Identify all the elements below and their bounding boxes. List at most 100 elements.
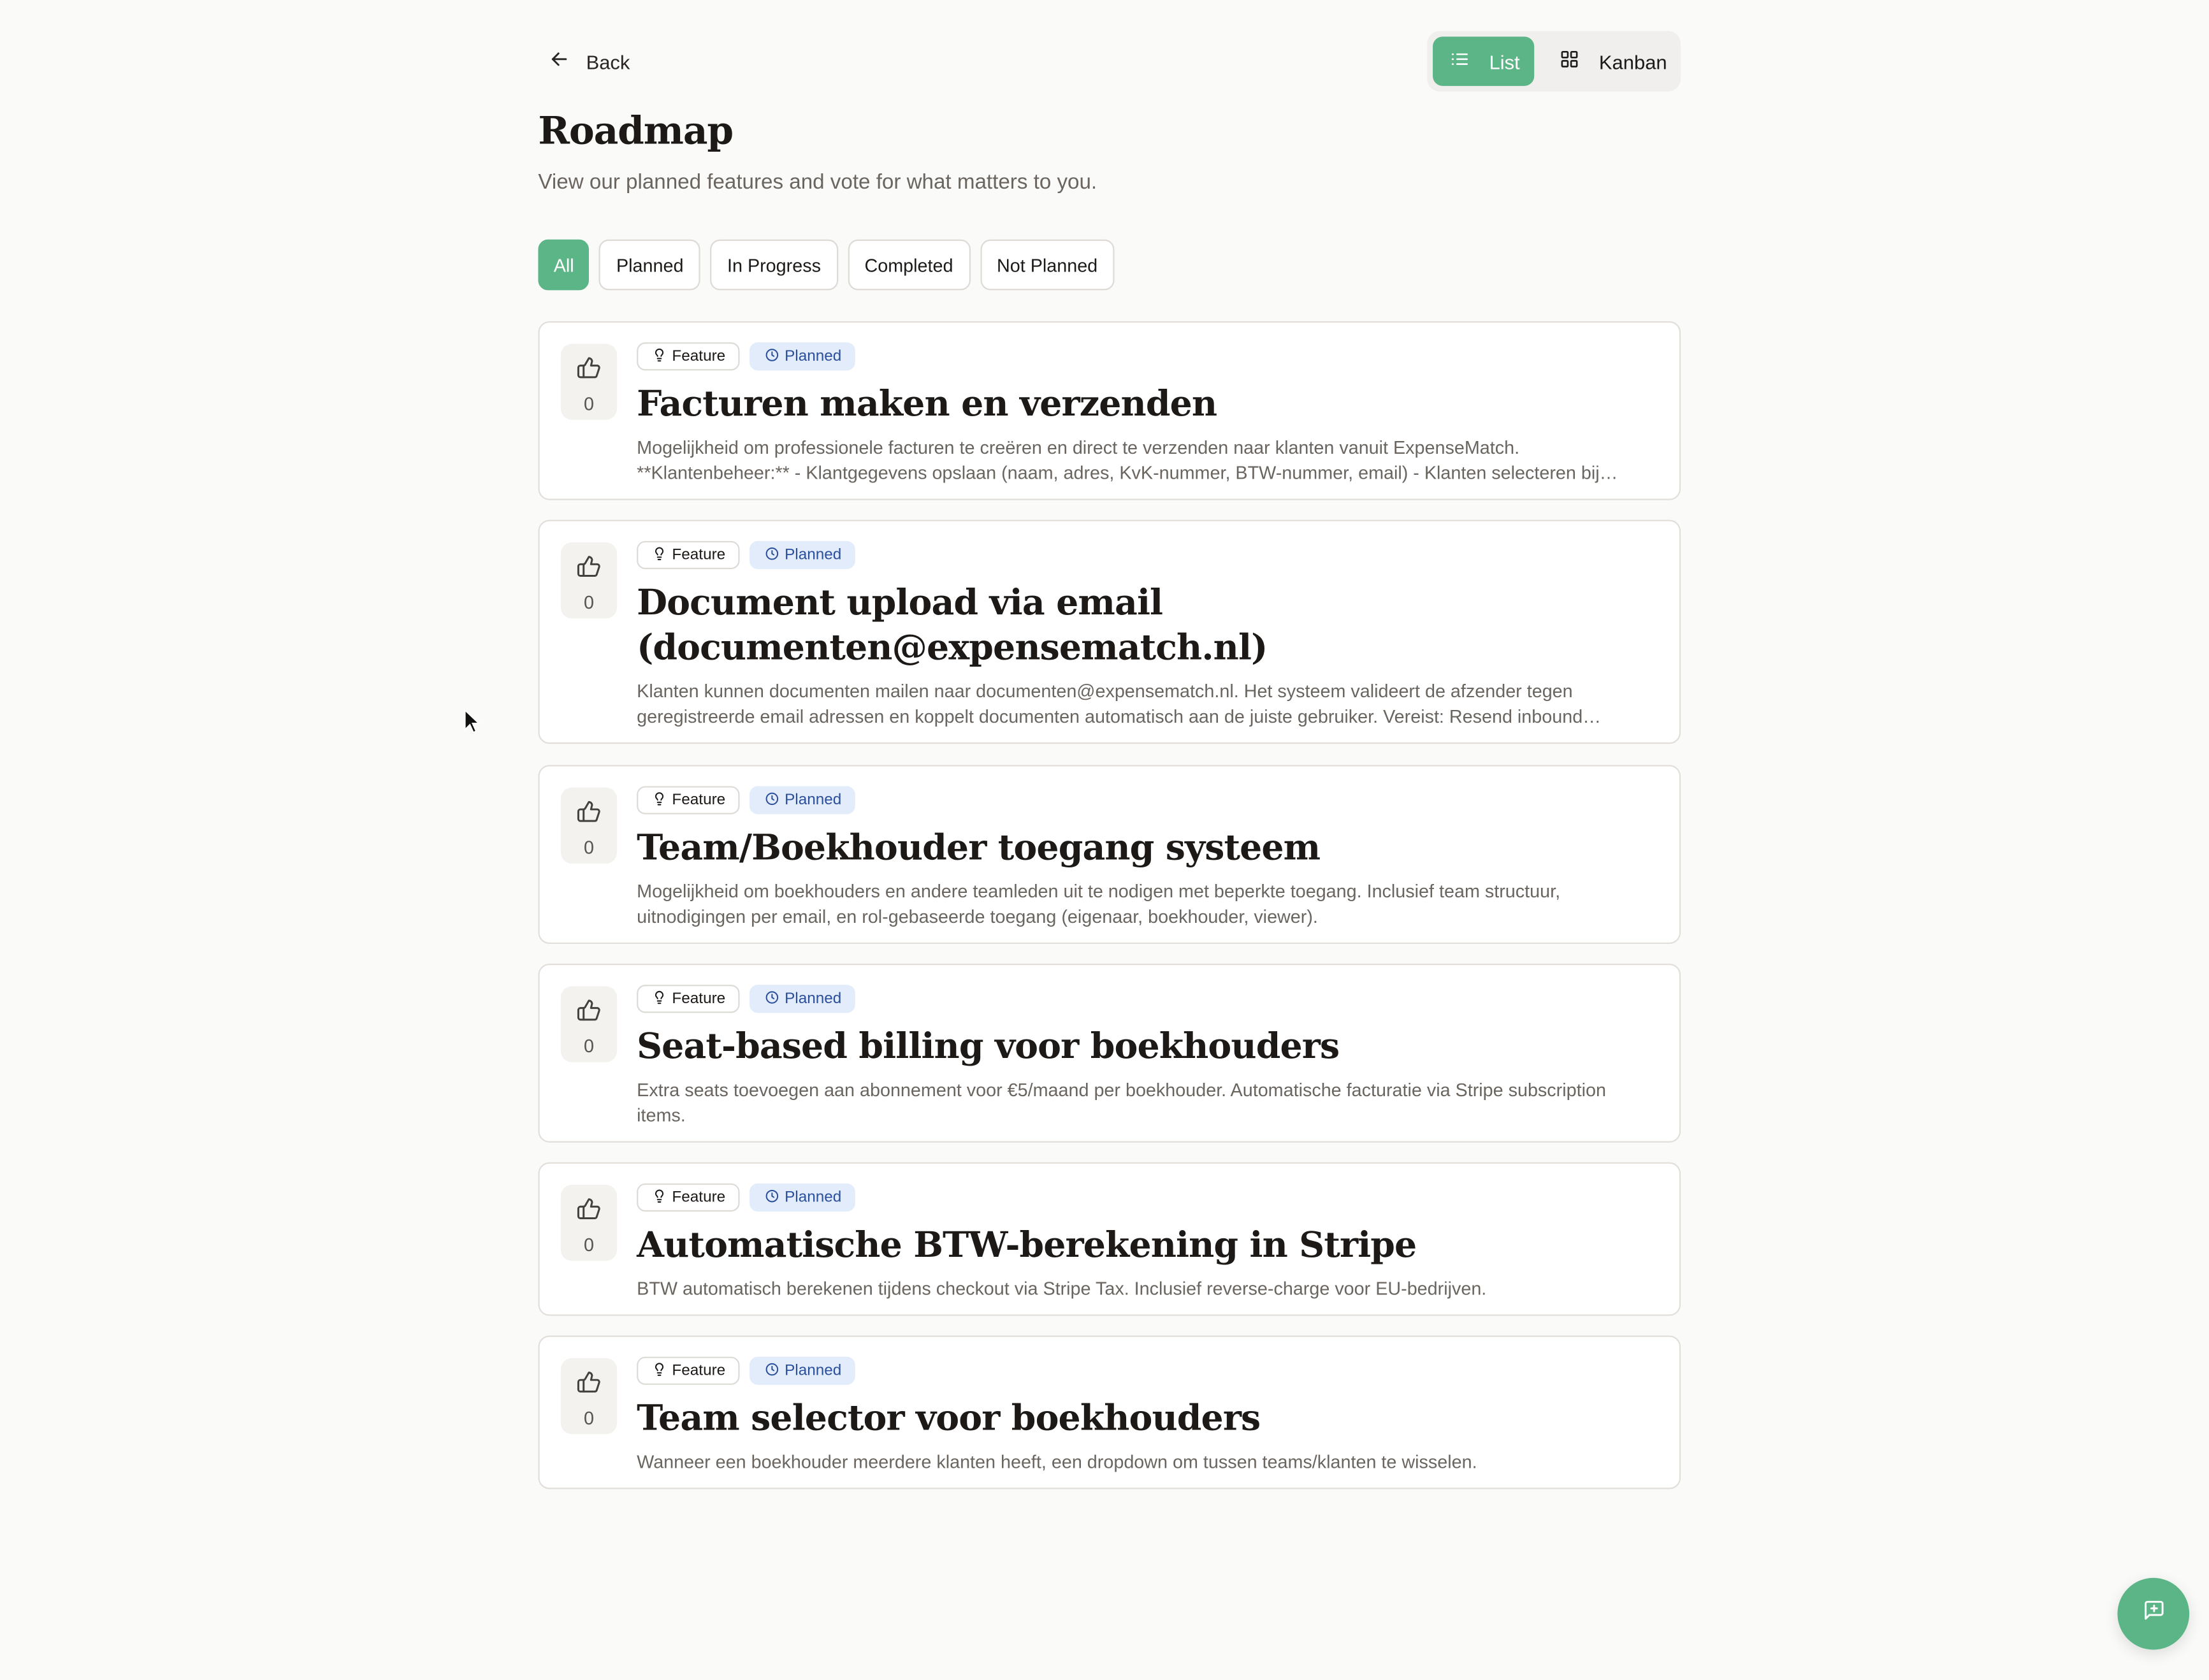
status-badge: Planned <box>749 1183 856 1212</box>
vote-count: 0 <box>583 591 594 613</box>
roadmap-item-card[interactable]: 0 Feature Planned Automatische BTW-berek… <box>538 1162 1681 1316</box>
upvote-button[interactable]: 0 <box>560 542 618 619</box>
item-description: Mogelijkheid om boekhouders en andere te… <box>637 880 1561 927</box>
card-content: Feature Planned Automatische BTW-bereken… <box>637 1183 1651 1302</box>
vote-count: 0 <box>583 1407 594 1429</box>
clock-icon <box>765 347 779 366</box>
roadmap-item-card[interactable]: 0 Feature Planned Team selector voor boe… <box>538 1335 1681 1489</box>
status-badge-label: Planned <box>785 792 842 809</box>
status-badge: Planned <box>749 985 856 1013</box>
badge-row: Feature Planned <box>637 985 1651 1013</box>
vote-count: 0 <box>583 1035 594 1057</box>
roadmap-item-card[interactable]: 0 Feature Planned Seat-based billing voo… <box>538 963 1681 1143</box>
vote-count: 0 <box>583 837 594 858</box>
type-badge: Feature <box>637 342 740 371</box>
type-badge-label: Feature <box>672 990 726 1008</box>
filter-completed[interactable]: Completed <box>847 239 970 291</box>
page-subtitle: View our planned features and vote for w… <box>538 170 1097 195</box>
status-badge: Planned <box>749 342 856 371</box>
feedback-chat-button[interactable] <box>2117 1577 2190 1650</box>
status-badge-label: Planned <box>785 546 842 564</box>
card-content: Feature Planned Document upload via emai… <box>637 540 1651 730</box>
page: Back List Kanban Roadmap View our planne… <box>0 0 2209 1679</box>
thumbs-up-icon <box>576 1370 602 1402</box>
lightbulb-icon <box>652 347 666 366</box>
type-badge-label: Feature <box>672 1362 726 1380</box>
clock-icon <box>765 791 779 809</box>
status-badge: Planned <box>749 786 856 815</box>
kanban-view-label: Kanban <box>1598 50 1667 73</box>
kanban-view-button[interactable]: Kanban <box>1540 36 1675 85</box>
badge-row: Feature Planned <box>637 1356 1651 1385</box>
lightbulb-icon <box>652 546 666 565</box>
arrow-left-icon <box>549 49 569 73</box>
status-filter-bar: All Planned In Progress Completed Not Pl… <box>538 239 1115 291</box>
filter-planned[interactable]: Planned <box>599 239 700 291</box>
status-badge-label: Planned <box>785 1189 842 1206</box>
status-badge: Planned <box>749 540 856 570</box>
card-content: Feature Planned Facturen maken en verzen… <box>637 342 1651 486</box>
item-title: Seat-based billing voor boekhouders <box>637 1025 1340 1067</box>
item-title: Document upload via email (documenten@ex… <box>637 581 1268 668</box>
upvote-button[interactable]: 0 <box>560 344 618 420</box>
item-title: Automatische BTW-berekening in Stripe <box>637 1224 1417 1266</box>
upvote-button[interactable]: 0 <box>560 986 618 1062</box>
mouse-cursor-icon <box>463 708 483 737</box>
status-badge-label: Planned <box>785 1362 842 1380</box>
top-bar: Back List Kanban <box>538 31 1681 92</box>
item-description: Mogelijkheid om professionele facturen t… <box>637 437 1600 484</box>
filter-not-planned[interactable]: Not Planned <box>980 239 1115 291</box>
back-button[interactable]: Back <box>549 41 630 82</box>
filter-in-progress[interactable]: In Progress <box>710 239 838 291</box>
item-title: Team selector voor boekhouders <box>637 1397 1261 1438</box>
type-badge: Feature <box>637 540 740 570</box>
card-content: Feature Planned Team selector voor boekh… <box>637 1356 1651 1475</box>
status-badge-label: Planned <box>785 347 842 365</box>
page-title: Roadmap <box>538 110 734 154</box>
upvote-button[interactable]: 0 <box>560 1358 618 1435</box>
vote-count: 0 <box>583 393 594 414</box>
card-content: Feature Planned Team/Boekhouder toegang … <box>637 786 1651 929</box>
type-badge: Feature <box>637 1183 740 1212</box>
thumbs-up-icon <box>576 355 602 387</box>
badge-row: Feature Planned <box>637 1183 1651 1212</box>
item-description: BTW automatisch berekenen tijdens checko… <box>637 1277 1487 1300</box>
type-badge: Feature <box>637 985 740 1013</box>
thumbs-up-icon <box>576 1196 602 1229</box>
item-title: Facturen maken en verzenden <box>637 383 1217 424</box>
type-badge-label: Feature <box>672 347 726 365</box>
clock-icon <box>765 1189 779 1207</box>
lightbulb-icon <box>652 1189 666 1207</box>
roadmap-item-card[interactable]: 0 Feature Planned Facturen maken en verz… <box>538 321 1681 500</box>
lightbulb-icon <box>652 990 666 1008</box>
grid-icon <box>1560 49 1579 73</box>
badge-row: Feature Planned <box>637 786 1651 815</box>
clock-icon <box>765 1361 779 1380</box>
type-badge-label: Feature <box>672 546 726 564</box>
thumbs-up-icon <box>576 799 602 831</box>
thumbs-up-icon <box>576 997 602 1030</box>
item-description: Klanten kunnen documenten mailen naar do… <box>637 680 1583 727</box>
list-view-button[interactable]: List <box>1433 36 1535 86</box>
roadmap-item-card[interactable]: 0 Feature Planned Document upload via em… <box>538 519 1681 744</box>
card-content: Feature Planned Seat-based billing voor … <box>637 985 1651 1128</box>
back-label: Back <box>586 50 630 73</box>
thumbs-up-icon <box>576 554 602 586</box>
filter-all[interactable]: All <box>538 239 590 291</box>
roadmap-item-card[interactable]: 0 Feature Planned Team/Boekhouder toegan… <box>538 765 1681 945</box>
type-badge-label: Feature <box>672 792 726 809</box>
vote-count: 0 <box>583 1234 594 1256</box>
lightbulb-icon <box>652 1361 666 1380</box>
clock-icon <box>765 546 779 565</box>
item-description: Extra seats toevoegen aan abonnement voo… <box>637 1079 1606 1126</box>
list-view-label: List <box>1489 50 1520 73</box>
badge-row: Feature Planned <box>637 540 1651 570</box>
type-badge: Feature <box>637 1356 740 1385</box>
item-title: Team/Boekhouder toegang systeem <box>637 827 1321 868</box>
upvote-button[interactable]: 0 <box>560 787 618 864</box>
status-badge: Planned <box>749 1356 856 1385</box>
status-badge-label: Planned <box>785 990 842 1008</box>
item-description: Wanneer een boekhouder meerdere klanten … <box>637 1451 1477 1472</box>
clock-icon <box>765 990 779 1008</box>
upvote-button[interactable]: 0 <box>560 1185 618 1261</box>
